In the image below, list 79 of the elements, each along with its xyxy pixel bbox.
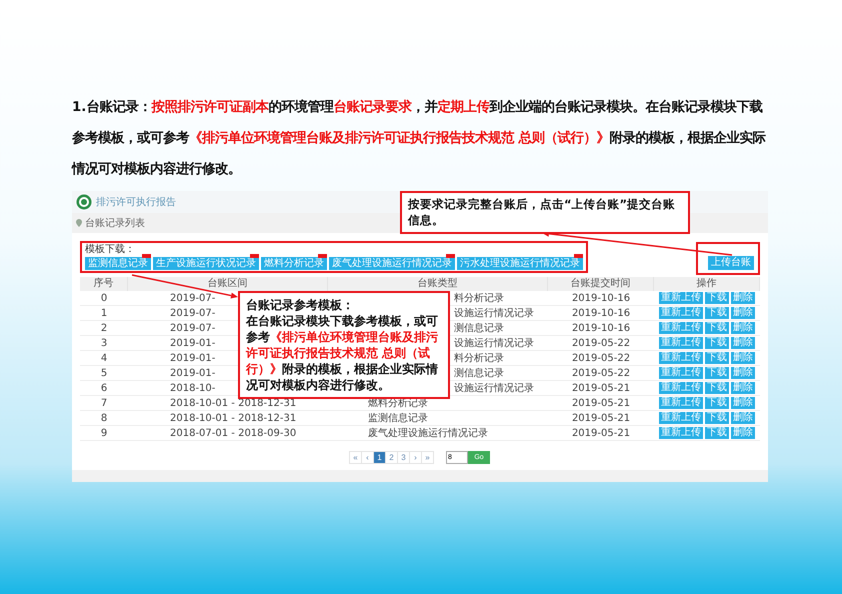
intro-paragraph: 1.台账记录：按照排污许可证副本的环境管理台账记录要求，并定期上传到企业端的台账记录模块。在台账记录模块下载参考模板，或可参考《排污单位环境管理台账及排污许可证执行报告技术规范 总则（试行）》附录的模板，根据企业实际情况可对模板内容进行修改。 xyxy=(72,98,767,179)
row-action-button[interactable]: 下载 xyxy=(705,412,729,424)
row-action-button[interactable]: 删除 xyxy=(731,352,755,364)
table-cell: 2018-07-01 - 2018-09-30 xyxy=(128,426,328,441)
download-label: 模板下载： xyxy=(85,244,136,256)
page-button[interactable]: 1 xyxy=(373,451,386,464)
page-button[interactable]: » xyxy=(421,451,434,464)
row-action-button[interactable]: 重新上传 xyxy=(659,292,703,304)
template-download-button[interactable]: 生产设施运行状况记录 xyxy=(153,257,259,270)
row-action-button[interactable]: 重新上传 xyxy=(659,397,703,409)
row-action-button[interactable]: 重新上传 xyxy=(659,352,703,364)
row-action-button[interactable]: 删除 xyxy=(731,382,755,394)
row-action-button[interactable]: 重新上传 xyxy=(659,382,703,394)
table-cell: 5 xyxy=(80,366,128,381)
breadcrumb[interactable]: 台账记录列表 xyxy=(85,216,145,230)
row-action-button[interactable]: 下载 xyxy=(705,382,729,394)
row-action-button[interactable]: 重新上传 xyxy=(659,412,703,424)
upload-button[interactable]: 上传台账 xyxy=(708,256,754,270)
row-action-button[interactable]: 重新上传 xyxy=(659,307,703,319)
row-action-button[interactable]: 下载 xyxy=(705,352,729,364)
row-action-button[interactable]: 下载 xyxy=(705,307,729,319)
template-download-button[interactable]: 废气处理设施运行情况记录 xyxy=(329,257,455,270)
table-cell: 4 xyxy=(80,351,128,366)
row-action-button[interactable]: 删除 xyxy=(731,322,755,334)
table-cell: 9 xyxy=(80,426,128,441)
table-cell: 2018-10-01 - 2018-12-31 xyxy=(128,411,328,426)
table-cell: 2019-05-21 xyxy=(548,426,654,441)
row-action-button[interactable]: 下载 xyxy=(705,367,729,379)
row-action-button[interactable]: 下载 xyxy=(705,337,729,349)
page-button[interactable]: 3 xyxy=(397,451,410,464)
row-action-button[interactable]: 下载 xyxy=(705,397,729,409)
page-button[interactable]: « xyxy=(349,451,362,464)
row-action-button[interactable]: 删除 xyxy=(731,337,755,349)
row-action-button[interactable]: 删除 xyxy=(731,427,755,439)
table-cell: 2019-05-22 xyxy=(548,366,654,381)
row-action-button[interactable]: 删除 xyxy=(731,397,755,409)
table-cell: 2019-10-16 xyxy=(548,291,654,306)
table-cell: 2 xyxy=(80,321,128,336)
column-header: 序号 xyxy=(80,277,128,291)
template-download-button[interactable]: 燃料分析记录 xyxy=(261,257,327,270)
row-action-button[interactable]: 重新上传 xyxy=(659,337,703,349)
row-action-button[interactable]: 重新上传 xyxy=(659,322,703,334)
column-header: 台账类型 xyxy=(328,277,548,291)
table-cell: 6 xyxy=(80,381,128,396)
page-button[interactable]: ‹ xyxy=(361,451,374,464)
callout-text: 按要求记录完整台账后，点击“上传台账”提交台账信息。 xyxy=(408,197,676,228)
column-header: 台账提交时间 xyxy=(548,277,654,291)
row-action-button[interactable]: 重新上传 xyxy=(659,367,703,379)
location-pin-icon xyxy=(76,219,82,227)
table-cell: 监测信息记录 xyxy=(328,411,548,426)
row-action-button[interactable]: 删除 xyxy=(731,412,755,424)
template-download-button[interactable]: 监测信息记录 xyxy=(85,257,151,270)
row-action-button[interactable]: 下载 xyxy=(705,322,729,334)
page-button[interactable]: 2 xyxy=(385,451,398,464)
row-action-button[interactable]: 删除 xyxy=(731,292,755,304)
row-action-button[interactable]: 重新上传 xyxy=(659,427,703,439)
logo-icon xyxy=(76,194,92,210)
column-header: 操作 xyxy=(654,277,760,291)
table-cell: 2019-10-16 xyxy=(548,306,654,321)
row-action-button[interactable]: 下载 xyxy=(705,292,729,304)
app-title: 排污许可执行报告 xyxy=(96,196,176,209)
table-cell: 2019-05-21 xyxy=(548,411,654,426)
table-cell: 2019-10-16 xyxy=(548,321,654,336)
row-action-button[interactable]: 下载 xyxy=(705,427,729,439)
table-cell: 废气处理设施运行情况记录 xyxy=(328,426,548,441)
table-cell: 0 xyxy=(80,291,128,306)
template-download-button[interactable]: 污水处理设施运行情况记录 xyxy=(457,257,583,270)
table-cell: 2019-05-21 xyxy=(548,381,654,396)
table-cell: 2019-05-21 xyxy=(548,396,654,411)
table-cell: 8 xyxy=(80,411,128,426)
table-cell: 2019-05-22 xyxy=(548,351,654,366)
row-action-button[interactable]: 删除 xyxy=(731,367,755,379)
table-cell: 7 xyxy=(80,396,128,411)
table-cell: 1 xyxy=(80,306,128,321)
row-action-button[interactable]: 删除 xyxy=(731,307,755,319)
table-cell: 3 xyxy=(80,336,128,351)
table-cell: 2019-05-22 xyxy=(548,336,654,351)
page-button[interactable]: › xyxy=(409,451,422,464)
column-header: 台账区间 xyxy=(128,277,328,291)
